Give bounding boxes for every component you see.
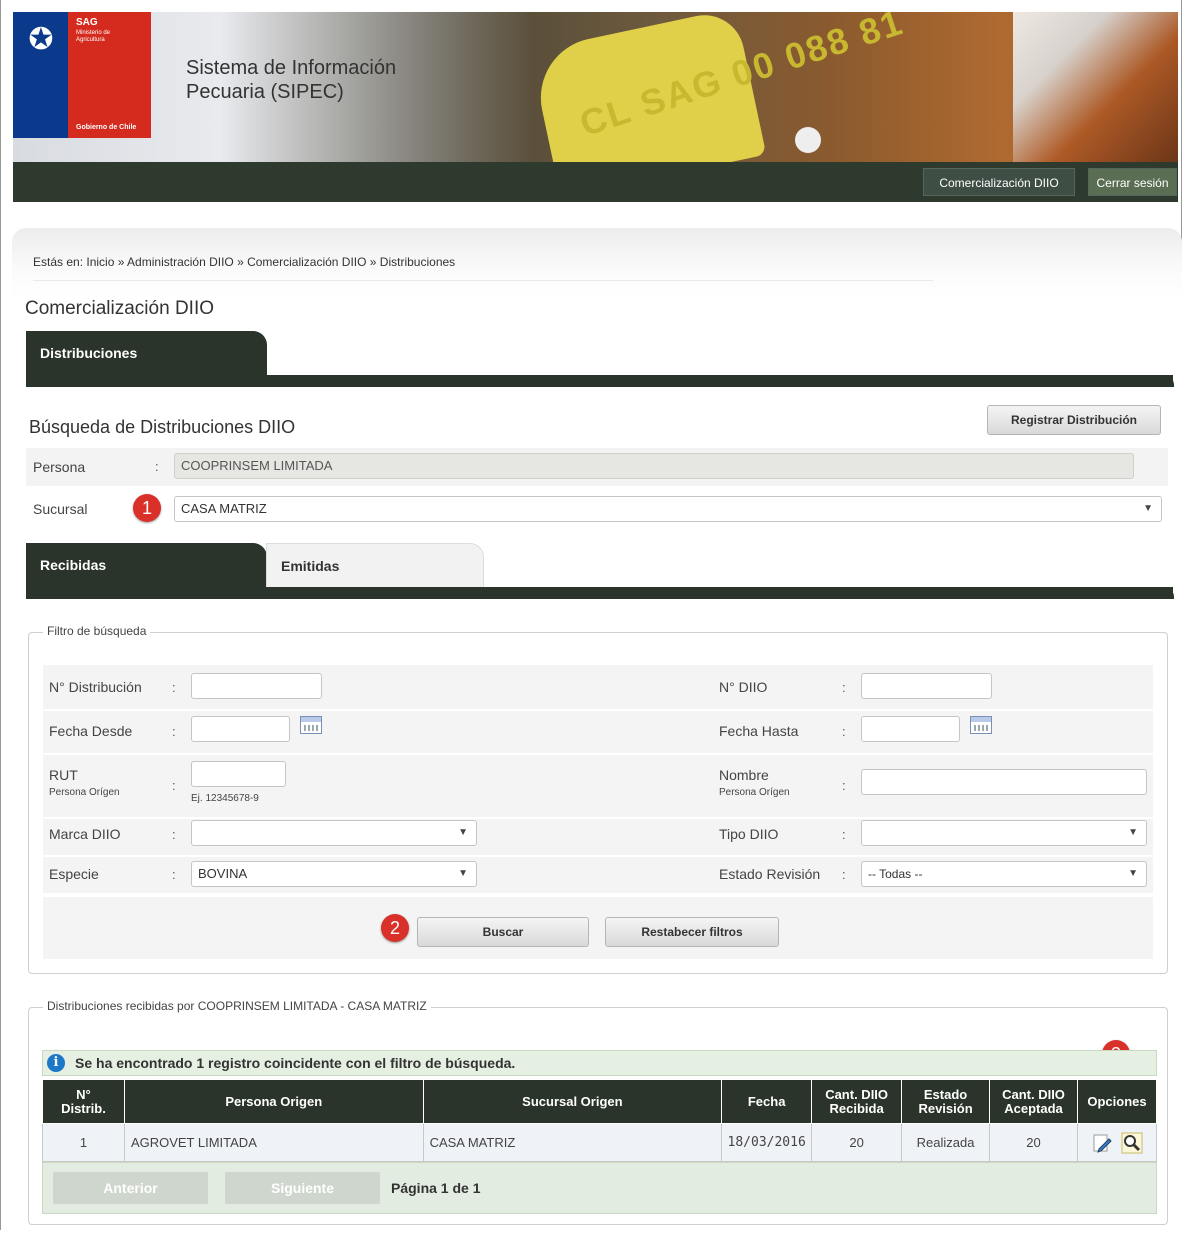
tab-distribuciones[interactable]: Distribuciones	[26, 331, 267, 375]
system-title: Sistema de Información Pecuaria (SIPEC)	[186, 56, 396, 104]
system-title-line2: Pecuaria (SIPEC)	[186, 81, 344, 103]
especie-label: Especie	[49, 866, 99, 882]
system-title-line1: Sistema de Información	[186, 57, 397, 79]
rut-hint: Ej. 12345678-9	[191, 793, 259, 804]
cell-opciones	[1076, 1123, 1158, 1162]
tab-recibidas[interactable]: Recibidas	[26, 543, 267, 587]
tab-emitidas[interactable]: Emitidas	[266, 543, 484, 587]
marca-select[interactable]	[191, 820, 477, 846]
site-header: CL SAG 00 088 81 ✪ SAG Ministerio de Agr…	[13, 12, 1178, 162]
filter-legend: Filtro de búsqueda	[43, 624, 151, 638]
cell-sucursal: CASA MATRIZ	[422, 1123, 723, 1162]
logo-ministry: Ministerio de Agricultura	[76, 30, 111, 43]
col-persona-origen[interactable]: Persona Origen	[123, 1079, 424, 1124]
especie-select[interactable]: BOVINA	[191, 861, 477, 887]
nombre-label: Nombre	[719, 767, 769, 783]
results-legend: Distribuciones recibidas por COOPRINSEM …	[43, 999, 431, 1013]
diio-input[interactable]	[861, 673, 992, 699]
col-sucursal-origen[interactable]: Sucursal Origen	[422, 1079, 723, 1124]
logout-button[interactable]: Cerrar sesión	[1088, 168, 1177, 196]
calendar-icon[interactable]	[970, 716, 992, 734]
view-details-icon[interactable]	[1121, 1132, 1143, 1154]
cell-num: 1	[42, 1123, 125, 1162]
fecha-desde-input[interactable]	[191, 716, 290, 742]
next-page-button[interactable]: Siguiente	[225, 1172, 380, 1204]
tipo-label: Tipo DIIO	[719, 826, 779, 842]
calendar-icon[interactable]	[300, 716, 322, 734]
rut-sublabel: Persona Orígen	[49, 787, 120, 798]
sucursal-select[interactable]: CASA MATRIZ	[174, 496, 1162, 522]
register-distribution-button[interactable]: Registrar Distribución	[987, 405, 1161, 435]
pagination-bar: Anterior Siguiente Página 1 de 1	[42, 1162, 1157, 1214]
persona-field[interactable]: COOPRINSEM LIMITADA	[174, 453, 1134, 479]
colon: :	[842, 867, 846, 882]
prev-page-button[interactable]: Anterior	[53, 1172, 208, 1204]
colon: :	[842, 827, 846, 842]
step-badge-2: 2	[381, 914, 409, 942]
results-info-text: Se ha encontrado 1 registro coincidente …	[75, 1055, 516, 1071]
coat-of-arms-icon: ✪	[28, 23, 54, 56]
breadcrumb: Estás en: Inicio » Administración DIIO »…	[33, 255, 456, 269]
colon: :	[172, 867, 176, 882]
fecha-hasta-label: Fecha Hasta	[719, 723, 799, 739]
cell-aceptada: 20	[989, 1123, 1078, 1162]
filter-actions-row	[43, 897, 1153, 959]
page-info: Página 1 de 1	[391, 1180, 481, 1196]
top-navbar: Comercialización DIIO Cerrar sesión	[13, 162, 1178, 202]
table-row[interactable]: 1 AGROVET LIMITADA CASA MATRIZ 18/03/201…	[42, 1123, 1158, 1162]
colon: :	[172, 778, 176, 793]
sub-tab-bar	[26, 587, 1174, 599]
main-tab-bar	[26, 375, 1174, 387]
distribucion-label: N° Distribución	[49, 679, 142, 695]
colon: :	[842, 680, 846, 695]
persona-label: Persona	[33, 459, 86, 475]
reset-filters-button[interactable]: Restabecer filtros	[605, 917, 779, 947]
marca-label: Marca DIIO	[49, 826, 121, 842]
colon: :	[172, 724, 176, 739]
rut-input[interactable]	[191, 761, 286, 787]
colon: :	[172, 827, 176, 842]
distribucion-input[interactable]	[191, 673, 322, 699]
fecha-desde-label: Fecha Desde	[49, 723, 133, 739]
cell-estado: Realizada	[901, 1123, 991, 1162]
nav-comercializacion-diio[interactable]: Comercialización DIIO	[923, 168, 1075, 196]
search-section-title: Búsqueda de Distribuciones DIIO	[29, 417, 296, 437]
col-estado-revision[interactable]: Estado Revisión	[901, 1079, 991, 1124]
table-header-row: N° Distrib. Persona Origen Sucursal Orige…	[42, 1079, 1158, 1124]
col-fecha[interactable]: Fecha	[721, 1079, 813, 1124]
estado-label: Estado Revisión	[719, 866, 821, 882]
estado-select[interactable]: -- Todas --	[861, 861, 1147, 887]
step-badge-1: 1	[133, 494, 161, 522]
colon: :	[842, 724, 846, 739]
page-title: Comercialización DIIO	[25, 298, 214, 319]
colon: :	[842, 778, 846, 793]
rut-label: RUT	[49, 767, 78, 783]
sag-logo[interactable]: ✪ SAG Ministerio de Agricultura Gobierno…	[13, 12, 151, 138]
diio-label: N° DIIO	[719, 679, 768, 695]
colon: :	[172, 680, 176, 695]
col-opciones: Opciones	[1076, 1079, 1158, 1124]
persona-colon: :	[155, 459, 159, 474]
ear-tag-hole	[795, 127, 821, 153]
cell-fecha: 18/03/2016	[721, 1123, 813, 1162]
breadcrumb-divider	[33, 280, 933, 281]
cell-recibida: 20	[811, 1123, 903, 1162]
animal-hair-image	[1013, 12, 1178, 162]
search-button[interactable]: Buscar	[417, 917, 589, 947]
nombre-sublabel: Persona Orígen	[719, 787, 790, 798]
sucursal-label: Sucursal	[33, 501, 88, 517]
edit-icon[interactable]	[1091, 1132, 1113, 1154]
logo-government: Gobierno de Chile	[76, 124, 137, 131]
col-cant-aceptada[interactable]: Cant. DIIO Aceptada	[989, 1079, 1078, 1124]
info-icon: i	[47, 1054, 65, 1072]
col-cant-recibida[interactable]: Cant. DIIO Recibida	[811, 1079, 903, 1124]
col-num[interactable]: N° Distrib.	[42, 1079, 125, 1124]
results-table: N° Distrib. Persona Origen Sucursal Orige…	[42, 1079, 1158, 1162]
logo-org: SAG	[76, 17, 98, 28]
tipo-select[interactable]	[861, 820, 1147, 846]
fecha-hasta-input[interactable]	[861, 716, 960, 742]
results-info-bar: i Se ha encontrado 1 registro coincident…	[42, 1050, 1157, 1076]
cell-persona: AGROVET LIMITADA	[123, 1123, 424, 1162]
nombre-input[interactable]	[861, 769, 1147, 795]
